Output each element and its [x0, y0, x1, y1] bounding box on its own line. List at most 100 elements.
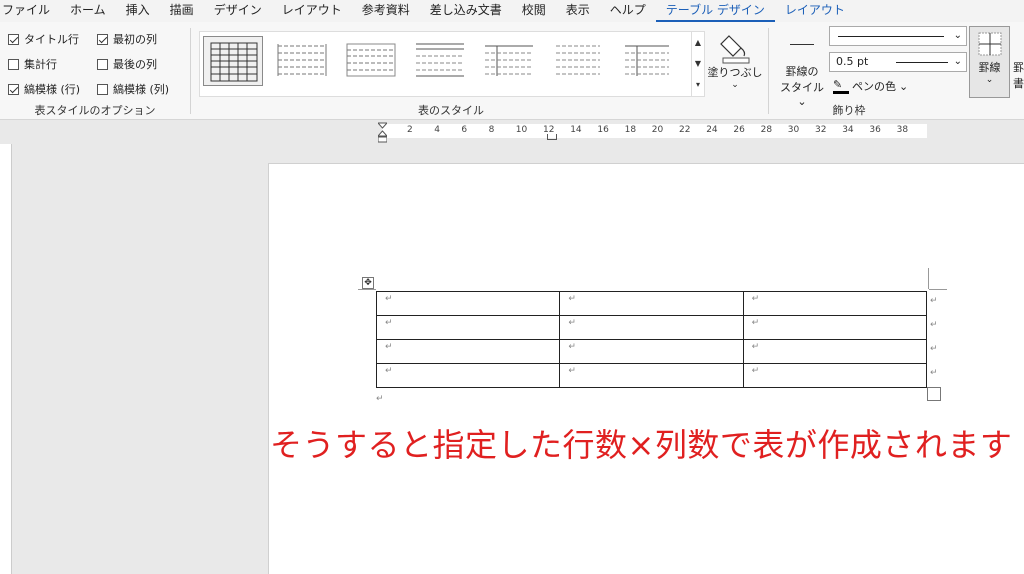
first-column-checkbox[interactable]: 最初の列 — [97, 31, 157, 47]
table-style-thumbnail-2[interactable] — [272, 36, 332, 86]
plain-table-icon — [277, 44, 327, 76]
last-column-checkbox[interactable]: 最後の列 — [97, 56, 157, 72]
menu-tab[interactable]: 校閲 — [512, 0, 556, 22]
line-style-dropdown[interactable]: ⌄ — [829, 26, 967, 46]
pen-icon: ✎ — [833, 78, 849, 94]
ruler-tick-label: 36 — [869, 125, 881, 135]
shading-label: 塗りつぶし — [707, 66, 763, 79]
paragraph-mark: ↵ — [376, 394, 384, 404]
menu-tab[interactable]: テーブル デザイン — [655, 0, 775, 22]
checkbox-box — [97, 58, 108, 70]
chevron-down-icon: ⌄ — [953, 30, 962, 41]
borders-button-label: 罫線 — [978, 61, 1001, 74]
last-column-label: 最後の列 — [113, 58, 157, 71]
ruler-tick-label: 18 — [624, 125, 637, 135]
ruler-tick-label: 26 — [733, 125, 745, 135]
line-weight-dropdown[interactable]: 0.5 pt ⌄ — [829, 52, 967, 72]
menu-tab[interactable]: 参考資料 — [352, 0, 420, 22]
pen-color-button[interactable]: ✎ ペンの色 ⌄ — [833, 78, 908, 94]
ruler-tick-label: 4 — [434, 125, 440, 135]
gallery-scroll-up-button[interactable]: ▲ — [691, 32, 704, 53]
table-cell[interactable]: ↵ — [375, 363, 561, 388]
ruler-tick-label: 6 — [461, 125, 468, 135]
menu-tab[interactable]: 表示 — [556, 0, 600, 22]
ruler-tick-label: 24 — [706, 125, 718, 135]
table-cell[interactable]: ↵ — [742, 315, 928, 340]
table-resize-handle[interactable] — [927, 387, 941, 401]
borders-button[interactable]: 罫線 ⌄ — [969, 26, 1010, 98]
table-style-thumbnail-5[interactable] — [479, 36, 539, 86]
table-cell[interactable]: ↵ — [559, 363, 744, 388]
shading-button[interactable]: 塗りつぶし ⌄ — [707, 28, 763, 98]
banded-columns-label: 縞模様 (列) — [113, 83, 170, 96]
table-style-gallery: ▲ ▼ ▾ — [199, 31, 705, 97]
banded-rows-checkbox[interactable]: 縞模様 (行) — [8, 81, 80, 97]
table-cell[interactable]: ↵ — [742, 291, 928, 316]
menu-tab[interactable]: 描画 — [160, 0, 204, 22]
table-cell[interactable]: ↵ — [559, 291, 744, 316]
menu-tab[interactable]: ホーム — [60, 0, 116, 22]
table-style-thumbnail-3[interactable] — [341, 36, 401, 86]
border-styles-label-line-1: 罫線の — [785, 65, 819, 78]
banded-rows-label: 縞模様 (行) — [24, 83, 81, 96]
border-styles-label-line-2: スタイル — [780, 81, 824, 94]
table-cell[interactable]: ↵ — [375, 315, 561, 340]
table-move-handle-icon[interactable]: ✥ — [362, 277, 374, 289]
vertical-ruler — [0, 144, 12, 574]
menu-tab[interactable]: レイアウト — [272, 0, 352, 22]
checkbox-box — [8, 33, 19, 45]
ruler-tick-label: 32 — [815, 125, 827, 135]
menu-tab[interactable]: ファイル — [0, 0, 60, 22]
total-row-checkbox[interactable]: 集計行 — [8, 56, 57, 72]
plain-table-icon — [416, 43, 464, 77]
line-weight-preview — [896, 62, 948, 63]
margin-mark — [928, 268, 929, 289]
ruler-tick-label: 22 — [679, 125, 691, 135]
menu-tab[interactable]: 差し込み文書 — [420, 0, 512, 22]
table-row: ↵ ↵ ↵ — [375, 315, 928, 340]
ruler-tick-label: 16 — [597, 125, 609, 135]
line-style-icon — [790, 44, 814, 45]
table-row: ↵ ↵ ↵ — [375, 339, 928, 364]
table-cell[interactable]: ↵ — [559, 315, 744, 340]
document-table[interactable]: ↵ ↵ ↵ ↵ ↵ ↵ ↵ ↵ ↵ ↵ ↵ ↵ — [375, 291, 928, 388]
table-row: ↵ ↵ ↵ — [375, 291, 928, 316]
banded-columns-checkbox[interactable]: 縞模様 (列) — [97, 81, 169, 97]
table-cell[interactable]: ↵ — [742, 363, 928, 388]
border-styles-button[interactable]: 罫線の スタイル ⌄ — [776, 38, 828, 108]
pen-color-label: ペンの色 — [852, 80, 896, 93]
gallery-scroll-down-button[interactable]: ▼ — [691, 53, 704, 74]
menu-tab[interactable]: ヘルプ — [600, 0, 656, 22]
paint-bucket-icon — [720, 35, 750, 64]
menu-tab[interactable]: 挿入 — [116, 0, 160, 22]
row-end-mark: ↵ — [930, 344, 938, 354]
table-cell[interactable]: ↵ — [559, 339, 744, 364]
chevron-down-icon: ▼ — [694, 59, 702, 68]
caption-annotation: そうすると指定した行数×列数で表が作成されます — [270, 426, 1013, 464]
table-cell[interactable]: ↵ — [742, 339, 928, 364]
row-end-mark: ↵ — [930, 296, 938, 306]
menu-tab[interactable]: デザイン — [204, 0, 272, 22]
plain-table-icon — [346, 43, 396, 77]
table-style-options-group: タイトル行 最初の列 集計行 最後の列 縞模様 (行) 縞模様 (列) 表スタイ… — [0, 22, 190, 120]
table-style-thumbnail-7[interactable] — [617, 36, 677, 86]
chevron-down-icon: ⌄ — [731, 80, 739, 90]
title-row-checkbox[interactable]: タイトル行 — [8, 31, 79, 47]
checkbox-box — [8, 58, 19, 70]
plain-table-icon — [485, 45, 533, 76]
menu-bar: ファイル ホーム 挿入 描画 デザイン レイアウト 参考資料 差し込み文書 校閲 表示 ヘルプ テーブ… — [0, 0, 1024, 22]
indent-marker-icon[interactable] — [376, 122, 389, 146]
borders-grid-icon — [978, 32, 1001, 56]
margin-mark — [358, 289, 376, 290]
table-style-thumbnail-4[interactable] — [410, 36, 470, 86]
table-style-thumbnail-6[interactable] — [548, 36, 608, 86]
menu-tab[interactable]: レイアウト — [775, 0, 855, 22]
table-cell[interactable]: ↵ — [375, 291, 561, 316]
table-style-grid-thumbnail[interactable] — [203, 36, 263, 86]
horizontal-ruler: 2 4 6 8 10 12 14 16 18 20 22 24 26 28 30 32 34 36 38 — [0, 120, 1024, 144]
table-cell[interactable]: ↵ — [375, 339, 561, 364]
gallery-more-button[interactable]: ▾ — [691, 74, 704, 97]
column-marker-icon[interactable] — [547, 134, 557, 140]
border-painter-button[interactable]: 罫 書 — [1013, 60, 1024, 92]
ruler-tick-label: 34 — [842, 125, 854, 135]
